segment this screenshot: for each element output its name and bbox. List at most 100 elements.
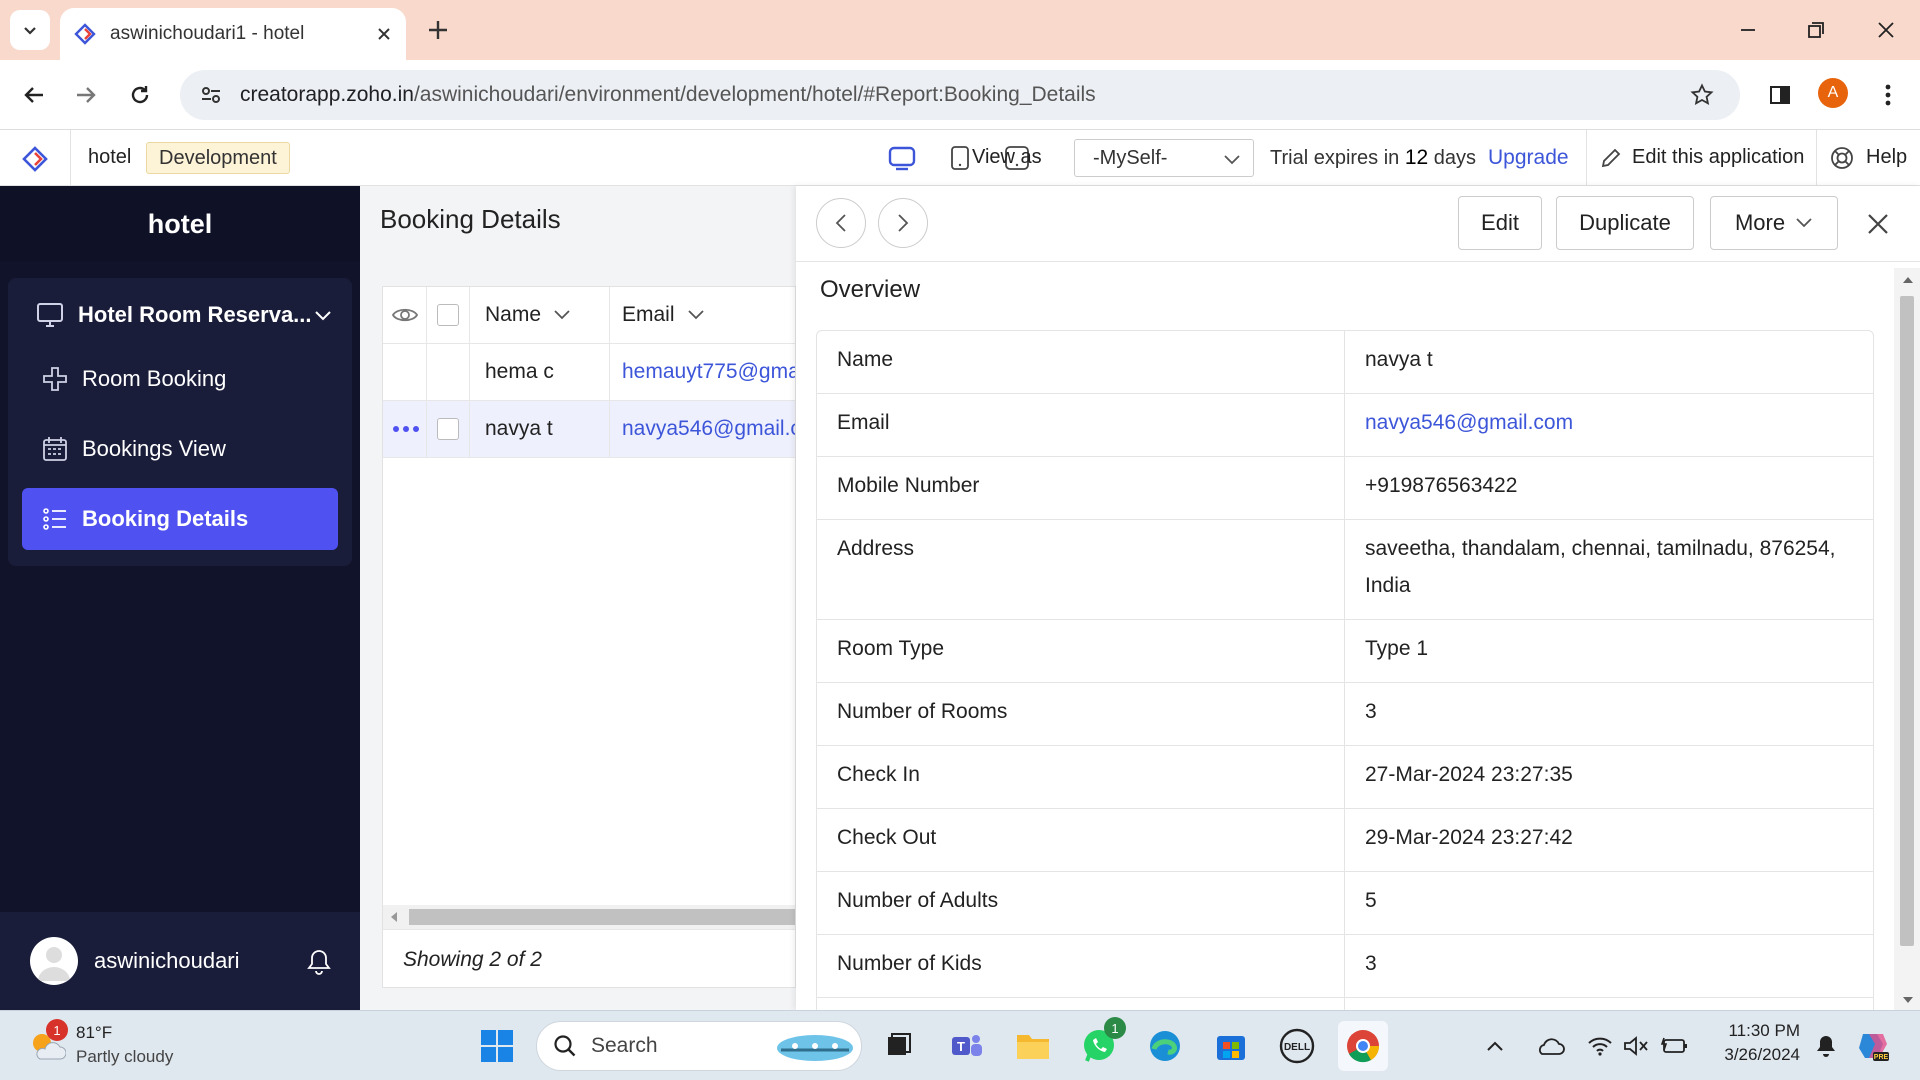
battery-status[interactable] bbox=[1654, 1021, 1694, 1071]
copilot-button[interactable]: PRE bbox=[1848, 1021, 1898, 1071]
row-email[interactable]: hemauyt775@gmail.com bbox=[609, 344, 795, 400]
scroll-left-icon[interactable] bbox=[389, 911, 399, 923]
minimize-icon bbox=[1741, 29, 1755, 31]
browser-tab[interactable]: aswinichoudari1 - hotel bbox=[60, 8, 406, 60]
volume-muted-icon bbox=[1624, 1036, 1648, 1056]
teams-button[interactable]: T bbox=[942, 1021, 992, 1071]
start-button[interactable] bbox=[472, 1021, 522, 1071]
reload-button[interactable] bbox=[120, 75, 160, 115]
username: aswinichoudari bbox=[94, 948, 240, 973]
clock[interactable]: 11:30 PM 3/26/2024 bbox=[1710, 1019, 1800, 1067]
edit-button[interactable]: Edit bbox=[1458, 196, 1542, 250]
microsoft-store-button[interactable] bbox=[1206, 1021, 1256, 1071]
edge-button[interactable] bbox=[1140, 1021, 1190, 1071]
desktop-preview-icon[interactable] bbox=[888, 144, 916, 172]
sidebar-item-room-booking[interactable]: Room Booking bbox=[22, 348, 338, 410]
battery-charging-icon bbox=[1660, 1037, 1687, 1053]
scroll-up-icon[interactable] bbox=[1902, 276, 1914, 284]
chevron-up-icon bbox=[1487, 1041, 1503, 1051]
column-header-email[interactable]: Email bbox=[609, 287, 795, 343]
avatar[interactable] bbox=[30, 937, 78, 985]
svg-text:PRE: PRE bbox=[1874, 1054, 1889, 1061]
sidebar-item-booking-details[interactable]: Booking Details bbox=[22, 488, 338, 550]
close-detail-button[interactable] bbox=[1860, 206, 1896, 242]
close-icon bbox=[1868, 214, 1888, 234]
trial-days: 12 bbox=[1404, 146, 1429, 169]
onedrive-button[interactable] bbox=[1530, 1021, 1570, 1071]
sidebar-user[interactable]: aswinichoudari bbox=[0, 912, 360, 1010]
chevron-down-icon bbox=[687, 310, 704, 320]
close-tab-icon[interactable] bbox=[376, 26, 392, 42]
dell-button[interactable]: DELL bbox=[1272, 1021, 1322, 1071]
environment-badge[interactable]: Development bbox=[146, 142, 290, 174]
help-lifebuoy-icon bbox=[1831, 147, 1853, 169]
chrome-button[interactable] bbox=[1338, 1021, 1388, 1071]
site-settings-icon[interactable] bbox=[200, 84, 222, 106]
column-header-name[interactable]: Name bbox=[485, 287, 605, 343]
back-button[interactable] bbox=[14, 75, 54, 115]
restore-button[interactable] bbox=[1794, 8, 1838, 52]
duplicate-button[interactable]: Duplicate bbox=[1556, 196, 1694, 250]
sidebar-section-header[interactable]: Hotel Room Reserva... bbox=[22, 284, 338, 346]
column-visibility-button[interactable] bbox=[391, 287, 421, 343]
task-view-button[interactable] bbox=[874, 1021, 924, 1071]
taskbar-search[interactable]: Search bbox=[536, 1021, 862, 1071]
scrollbar-thumb[interactable] bbox=[1900, 296, 1914, 946]
row-checkbox[interactable] bbox=[437, 418, 459, 440]
field-value-email-link[interactable]: navya546@gmail.com bbox=[1345, 389, 1873, 456]
volume-status[interactable] bbox=[1616, 1021, 1656, 1071]
select-all-checkbox[interactable] bbox=[437, 304, 459, 326]
tab-title: aswinichoudari1 - hotel bbox=[110, 23, 305, 44]
forward-button[interactable] bbox=[66, 75, 106, 115]
sidebar-item-bookings-view[interactable]: Bookings View bbox=[22, 418, 338, 480]
address-bar[interactable]: creatorapp.zoho.in/aswinichoudari/enviro… bbox=[180, 70, 1740, 120]
profile-avatar[interactable]: A bbox=[1818, 78, 1848, 108]
file-explorer-button[interactable] bbox=[1008, 1021, 1058, 1071]
chevron-down-icon bbox=[24, 27, 36, 35]
notifications-button[interactable] bbox=[1806, 1021, 1846, 1071]
field-value: 27-Mar-2024 23:27:35 bbox=[1365, 763, 1573, 786]
table-row[interactable]: hema c hemauyt775@gmail.com bbox=[383, 344, 795, 401]
table-row-selected[interactable]: navya t navya546@gmail.com bbox=[383, 401, 795, 458]
scrollbar-thumb[interactable] bbox=[409, 909, 795, 925]
side-panel-button[interactable] bbox=[1760, 75, 1800, 115]
zoho-creator-logo-icon[interactable] bbox=[22, 146, 48, 172]
close-window-button[interactable] bbox=[1864, 8, 1908, 52]
edit-application-link[interactable]: Edit this application bbox=[1632, 146, 1804, 169]
row-actions-button[interactable] bbox=[389, 401, 423, 457]
more-button[interactable]: More bbox=[1710, 196, 1838, 250]
field-value: +919876563422 bbox=[1365, 474, 1518, 497]
field-label: Number of Kids bbox=[817, 935, 1345, 997]
previous-record-button[interactable] bbox=[816, 198, 866, 248]
row-email[interactable]: navya546@gmail.com bbox=[609, 401, 795, 457]
list-icon bbox=[43, 508, 66, 530]
horizontal-scrollbar[interactable] bbox=[383, 905, 795, 929]
next-record-button[interactable] bbox=[878, 198, 928, 248]
app-name[interactable]: hotel bbox=[88, 146, 131, 169]
trial-notice: Trial expires in 12 days bbox=[1270, 146, 1476, 170]
whatsapp-button[interactable]: 1 bbox=[1074, 1017, 1126, 1071]
bookmark-star-icon[interactable] bbox=[1690, 83, 1714, 107]
app-header: hotel Development View as -MySelf- Trial… bbox=[0, 130, 1920, 186]
vertical-scrollbar[interactable] bbox=[1894, 268, 1920, 1010]
wifi-status[interactable] bbox=[1580, 1021, 1620, 1071]
show-hidden-icons-button[interactable] bbox=[1480, 1021, 1510, 1071]
scroll-down-icon[interactable] bbox=[1902, 996, 1914, 1004]
weather-widget[interactable]: 1 81°F Partly cloudy bbox=[24, 1019, 224, 1071]
new-tab-button[interactable] bbox=[418, 12, 458, 48]
field-row-name: Name navya t bbox=[817, 331, 1873, 394]
view-as-select[interactable]: -MySelf- bbox=[1074, 139, 1254, 177]
mobile-preview-icon[interactable] bbox=[950, 145, 970, 171]
browser-menu-button[interactable] bbox=[1868, 75, 1908, 115]
bell-icon[interactable] bbox=[306, 948, 332, 976]
pencil-icon bbox=[1601, 148, 1621, 168]
field-row-email: Email navya546@gmail.com bbox=[817, 394, 1873, 457]
tab-search-button[interactable] bbox=[10, 10, 50, 50]
sidebar-section: Hotel Room Reserva... Room Booking Booki… bbox=[8, 278, 352, 566]
minimize-button[interactable] bbox=[1726, 8, 1770, 52]
field-value: Type 1 bbox=[1365, 637, 1429, 660]
clock-date: 3/26/2024 bbox=[1724, 1045, 1800, 1064]
grid-header-row: Name Email bbox=[383, 287, 795, 344]
upgrade-link[interactable]: Upgrade bbox=[1488, 146, 1569, 170]
help-link[interactable]: Help bbox=[1866, 146, 1907, 169]
